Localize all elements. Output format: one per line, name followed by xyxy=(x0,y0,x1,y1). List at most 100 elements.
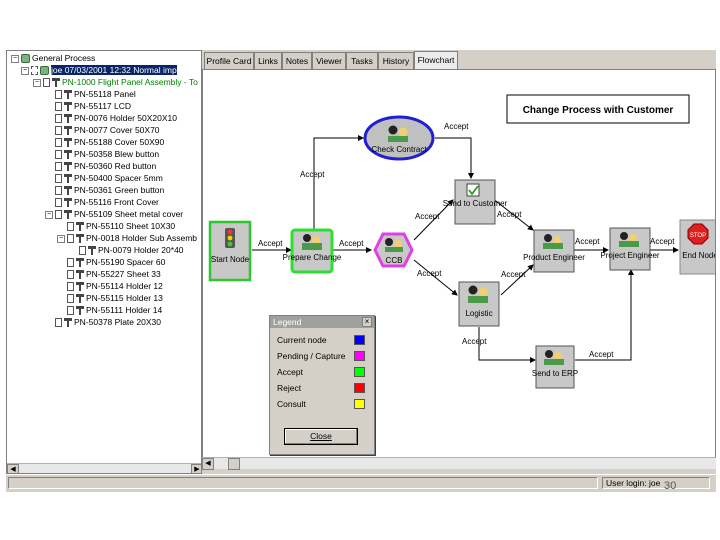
flowchart-horizontal-scrollbar[interactable]: ◀ xyxy=(202,457,716,470)
legend-item: Consult xyxy=(277,398,369,410)
application-window: − General Process − joe 07/03/2001 12:32 N… xyxy=(6,50,716,492)
document-icon xyxy=(55,90,62,100)
part-icon xyxy=(64,150,72,160)
legend-dialog: Legend × Current node Pending / Capture … xyxy=(269,315,375,455)
tab-flowchart[interactable]: Flowchart xyxy=(414,51,458,70)
part-icon xyxy=(64,90,72,100)
part-icon xyxy=(64,138,72,148)
collapse-icon[interactable]: − xyxy=(33,78,41,87)
document-icon xyxy=(67,270,74,280)
part-icon xyxy=(52,78,60,88)
close-button[interactable]: Close xyxy=(284,428,358,445)
tab-viewer[interactable]: Viewer xyxy=(312,52,346,70)
part-icon xyxy=(64,318,72,328)
collapse-icon[interactable]: − xyxy=(11,54,19,63)
slide-number: 30 xyxy=(664,480,677,492)
document-icon xyxy=(67,234,74,244)
legend-swatch xyxy=(354,335,365,345)
tree-item[interactable]: PN-0077 Cover 50X70 xyxy=(55,124,160,136)
legend-swatch xyxy=(354,383,365,393)
part-icon xyxy=(76,258,84,268)
tree-item[interactable]: PN-55110 Sheet 10X30 xyxy=(67,220,175,232)
part-icon xyxy=(64,186,72,196)
flowchart-title: Change Process with Customer xyxy=(523,105,674,116)
tree-item[interactable]: PN-55115 Holder 13 xyxy=(67,292,163,304)
tree-item-root[interactable]: − General Process xyxy=(11,52,95,64)
node-start[interactable]: Start Node xyxy=(208,220,252,282)
document-icon xyxy=(55,162,62,172)
collapse-icon[interactable]: − xyxy=(57,234,65,243)
tree-item[interactable]: PN-55114 Holder 12 xyxy=(67,280,163,292)
status-bar: User login: joe xyxy=(6,474,716,490)
node-prepare-change[interactable]: Prepare Change xyxy=(283,228,342,274)
collapse-icon[interactable]: − xyxy=(21,66,29,75)
tree-item[interactable]: PN-55190 Spacer 60 xyxy=(67,256,165,268)
scroll-right-icon[interactable]: ▶ xyxy=(191,464,201,473)
edge-label: Accept xyxy=(415,212,440,221)
node-logistic[interactable]: Logistic xyxy=(458,281,500,327)
node-product-label: Product Engineer xyxy=(523,253,585,262)
part-icon xyxy=(76,306,84,316)
node-end[interactable]: STOP End Node xyxy=(679,219,716,275)
edge-check-send xyxy=(435,137,474,179)
document-icon xyxy=(55,126,62,136)
tree-item[interactable]: PN-55227 Sheet 33 xyxy=(67,268,161,280)
scroll-left-icon[interactable]: ◀ xyxy=(7,464,19,473)
tree-item[interactable]: PN-50360 Red button xyxy=(55,160,156,172)
tree-item[interactable]: PN-55118 Panel xyxy=(55,88,136,100)
edge-label: Accept xyxy=(444,122,469,131)
status-cell xyxy=(8,477,598,489)
tree-item-subassembly[interactable]: − PN-0018 Holder Sub Assemb xyxy=(57,232,197,244)
tree-item-user[interactable]: − joe 07/03/2001 12:32 Normal imp xyxy=(21,64,177,76)
part-icon xyxy=(76,294,84,304)
edge-label: Accept xyxy=(589,350,614,359)
tree-item-assembly[interactable]: − PN-1000 Flight Panel Assembly - To xyxy=(33,76,198,88)
document-icon xyxy=(55,150,62,160)
document-icon xyxy=(67,222,74,232)
edge-label: Accept xyxy=(417,269,442,278)
edge-label: Accept xyxy=(258,239,283,248)
collapse-icon[interactable]: − xyxy=(45,210,53,219)
tree-item[interactable]: PN-50358 Blew button xyxy=(55,148,159,160)
edge-erp-project xyxy=(575,269,634,361)
tree-item-subassembly[interactable]: − PN-55109 Sheet metal cover xyxy=(45,208,183,220)
part-icon xyxy=(76,222,84,232)
node-send-customer-label: Send to Customer xyxy=(443,199,508,208)
tree-item[interactable]: PN-55116 Front Cover xyxy=(55,196,159,208)
tab-tasks[interactable]: Tasks xyxy=(346,52,378,70)
tree-item[interactable]: PN-55188 Cover 50X90 xyxy=(55,136,164,148)
tree-item[interactable]: PN-50400 Spacer 5mm xyxy=(55,172,163,184)
edge-label: Accept xyxy=(462,337,487,346)
tab-notes[interactable]: Notes xyxy=(282,52,312,70)
edge-logistic-erp xyxy=(478,327,536,363)
tree-item[interactable]: PN-55117 LCD xyxy=(55,100,131,112)
tree-item[interactable]: PN-0079 Holder 20*40 xyxy=(79,244,184,256)
document-icon xyxy=(67,306,74,316)
tab-profile-card[interactable]: Profile Card xyxy=(204,52,254,70)
document-icon xyxy=(55,186,62,196)
node-project-engineer[interactable]: Project Engineer xyxy=(600,227,660,271)
legend-item: Reject xyxy=(277,382,369,394)
edge-label: Accept xyxy=(339,239,364,248)
scroll-thumb[interactable] xyxy=(228,458,240,470)
legend-item: Pending / Capture xyxy=(277,350,369,362)
node-ccb[interactable]: CCB xyxy=(373,232,414,268)
part-icon xyxy=(64,174,72,184)
node-check-contract[interactable]: Check Contract xyxy=(363,115,435,161)
legend-title: Legend xyxy=(273,317,302,327)
tree-item[interactable]: PN-50361 Green button xyxy=(55,184,164,196)
scroll-left-icon[interactable]: ◀ xyxy=(202,458,214,470)
tab-history[interactable]: History xyxy=(378,52,414,70)
node-send-to-erp[interactable]: Send to ERP xyxy=(532,345,578,389)
tree-item[interactable]: PN-55111 Holder 14 xyxy=(67,304,162,316)
tree-item[interactable]: PN-50378 Plate 20X30 xyxy=(55,316,161,328)
process-tree[interactable]: − General Process − joe 07/03/2001 12:32 N… xyxy=(6,50,202,474)
tab-links[interactable]: Links xyxy=(254,52,282,70)
document-icon xyxy=(67,258,74,268)
part-icon xyxy=(64,198,72,208)
tree-item[interactable]: PN-0076 Holder 50X20X10 xyxy=(55,112,177,124)
close-icon[interactable]: × xyxy=(362,317,372,327)
checkbox-icon[interactable] xyxy=(31,66,38,76)
document-icon xyxy=(79,246,86,256)
tree-horizontal-scrollbar[interactable]: ◀ ▶ xyxy=(7,463,201,473)
